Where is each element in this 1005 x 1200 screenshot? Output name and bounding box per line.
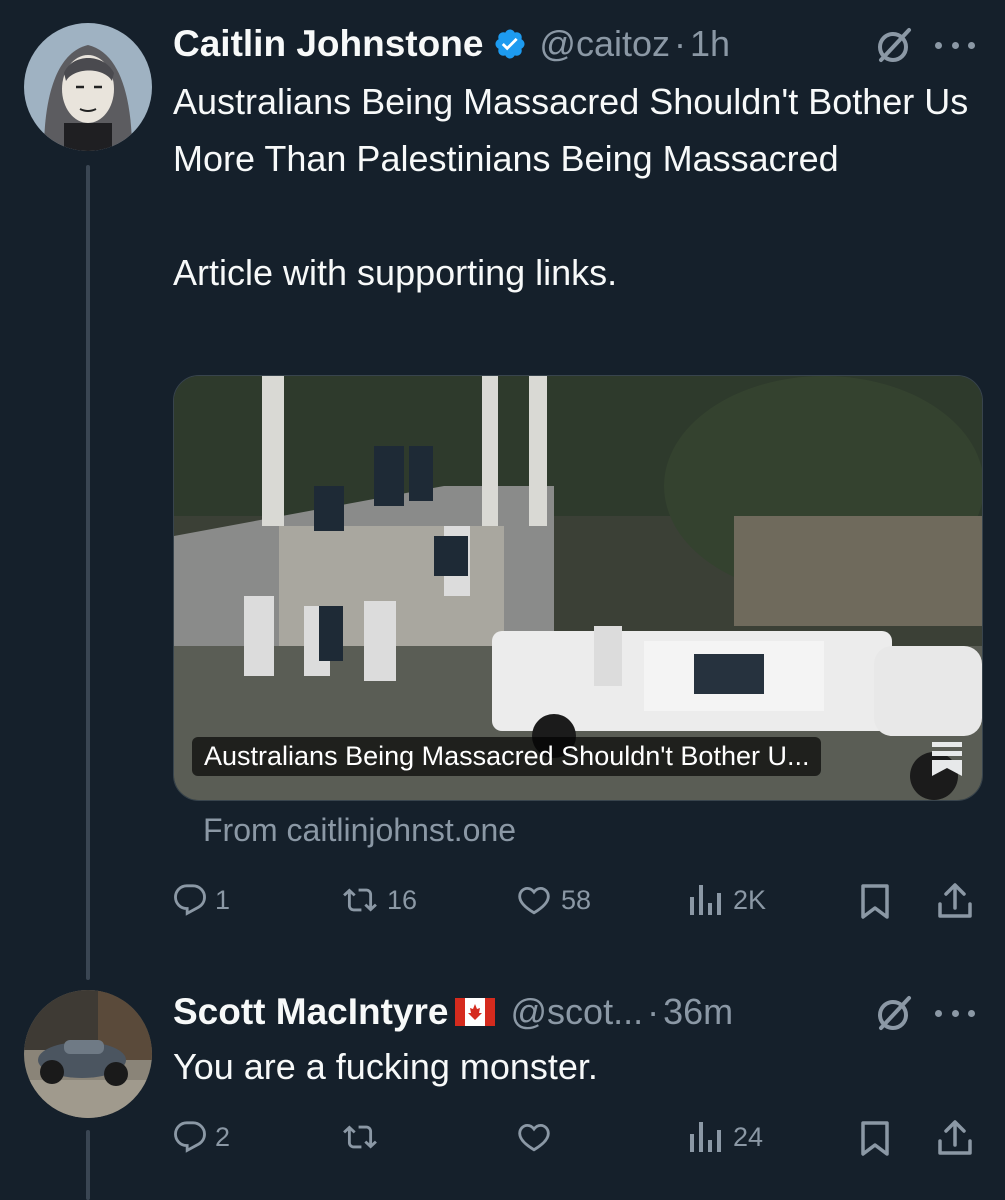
heart-icon [515,1120,553,1154]
display-name[interactable]: Caitlin Johnstone [173,23,483,65]
like-button[interactable]: 58 [515,883,591,917]
tweet-text: Australians Being Massacred Shouldn't Bo… [173,81,969,293]
card-title[interactable]: Australians Being Massacred Shouldn't Bo… [192,737,822,776]
card-source[interactable]: From caitlinjohnst.one [203,812,516,849]
heart-icon [515,883,553,917]
share-button[interactable] [937,882,973,920]
reply-icon [173,883,207,917]
avatar[interactable] [24,990,152,1118]
action-bar: 2 24 [173,1115,981,1165]
grok-icon[interactable] [876,26,914,64]
views-icon [687,883,725,917]
reply-icon [173,1120,207,1154]
article-icon [930,740,964,778]
like-count: 58 [561,884,592,915]
reply-button[interactable]: 2 [173,1120,230,1154]
grok-icon[interactable] [876,994,914,1032]
timestamp[interactable]: 36m [663,991,733,1033]
like-button[interactable] [515,1120,553,1154]
views-icon [687,1120,725,1154]
verified-badge-icon[interactable] [493,27,527,61]
handle[interactable]: @caitoz [539,23,670,65]
tweet-header: Caitlin Johnstone @caitoz · 1h [173,20,730,68]
retweet-button[interactable] [341,1120,379,1154]
retweet-button[interactable]: 16 [341,883,417,917]
tweet-text: You are a fucking monster. [173,1046,598,1087]
action-bar: 1 16 58 2K [173,878,981,928]
bookmark-button[interactable] [859,884,891,920]
retweet-icon [341,1120,379,1154]
timestamp[interactable]: 1h [690,23,730,65]
bookmark-icon [859,1121,891,1157]
share-icon [937,1119,973,1157]
handle[interactable]: @scot... [511,991,644,1033]
reply-count: 2 [215,1121,231,1152]
views-count: 24 [733,1121,764,1152]
views-button[interactable]: 24 [687,1120,763,1154]
separator-dot: · [647,991,660,1032]
tweet-header: Scott MacIntyre @scot... · 36m [173,988,733,1036]
tweet-scott[interactable]: Scott MacIntyre @scot... · 36m You are a… [0,980,1005,1200]
separator-dot: · [674,23,686,64]
views-button[interactable]: 2K [687,883,766,917]
reply-count: 1 [215,884,231,915]
tweet-caitlin[interactable]: Caitlin Johnstone @caitoz · 1h Australia… [0,0,1005,960]
bookmark-button[interactable] [859,1121,891,1157]
more-options-icon[interactable] [935,1008,975,1018]
link-card[interactable]: Australians Being Massacred Shouldn't Bo… [173,375,983,801]
avatar[interactable] [24,23,152,151]
retweet-count: 16 [387,884,418,915]
bookmark-icon [859,884,891,920]
canada-flag-icon [454,998,495,1026]
share-button[interactable] [937,1119,973,1157]
display-name[interactable]: Scott MacIntyre [173,991,449,1033]
retweet-icon [341,883,379,917]
more-options-icon[interactable] [935,40,975,50]
reply-button[interactable]: 1 [173,883,230,917]
views-count: 2K [733,884,767,915]
share-icon [937,882,973,920]
